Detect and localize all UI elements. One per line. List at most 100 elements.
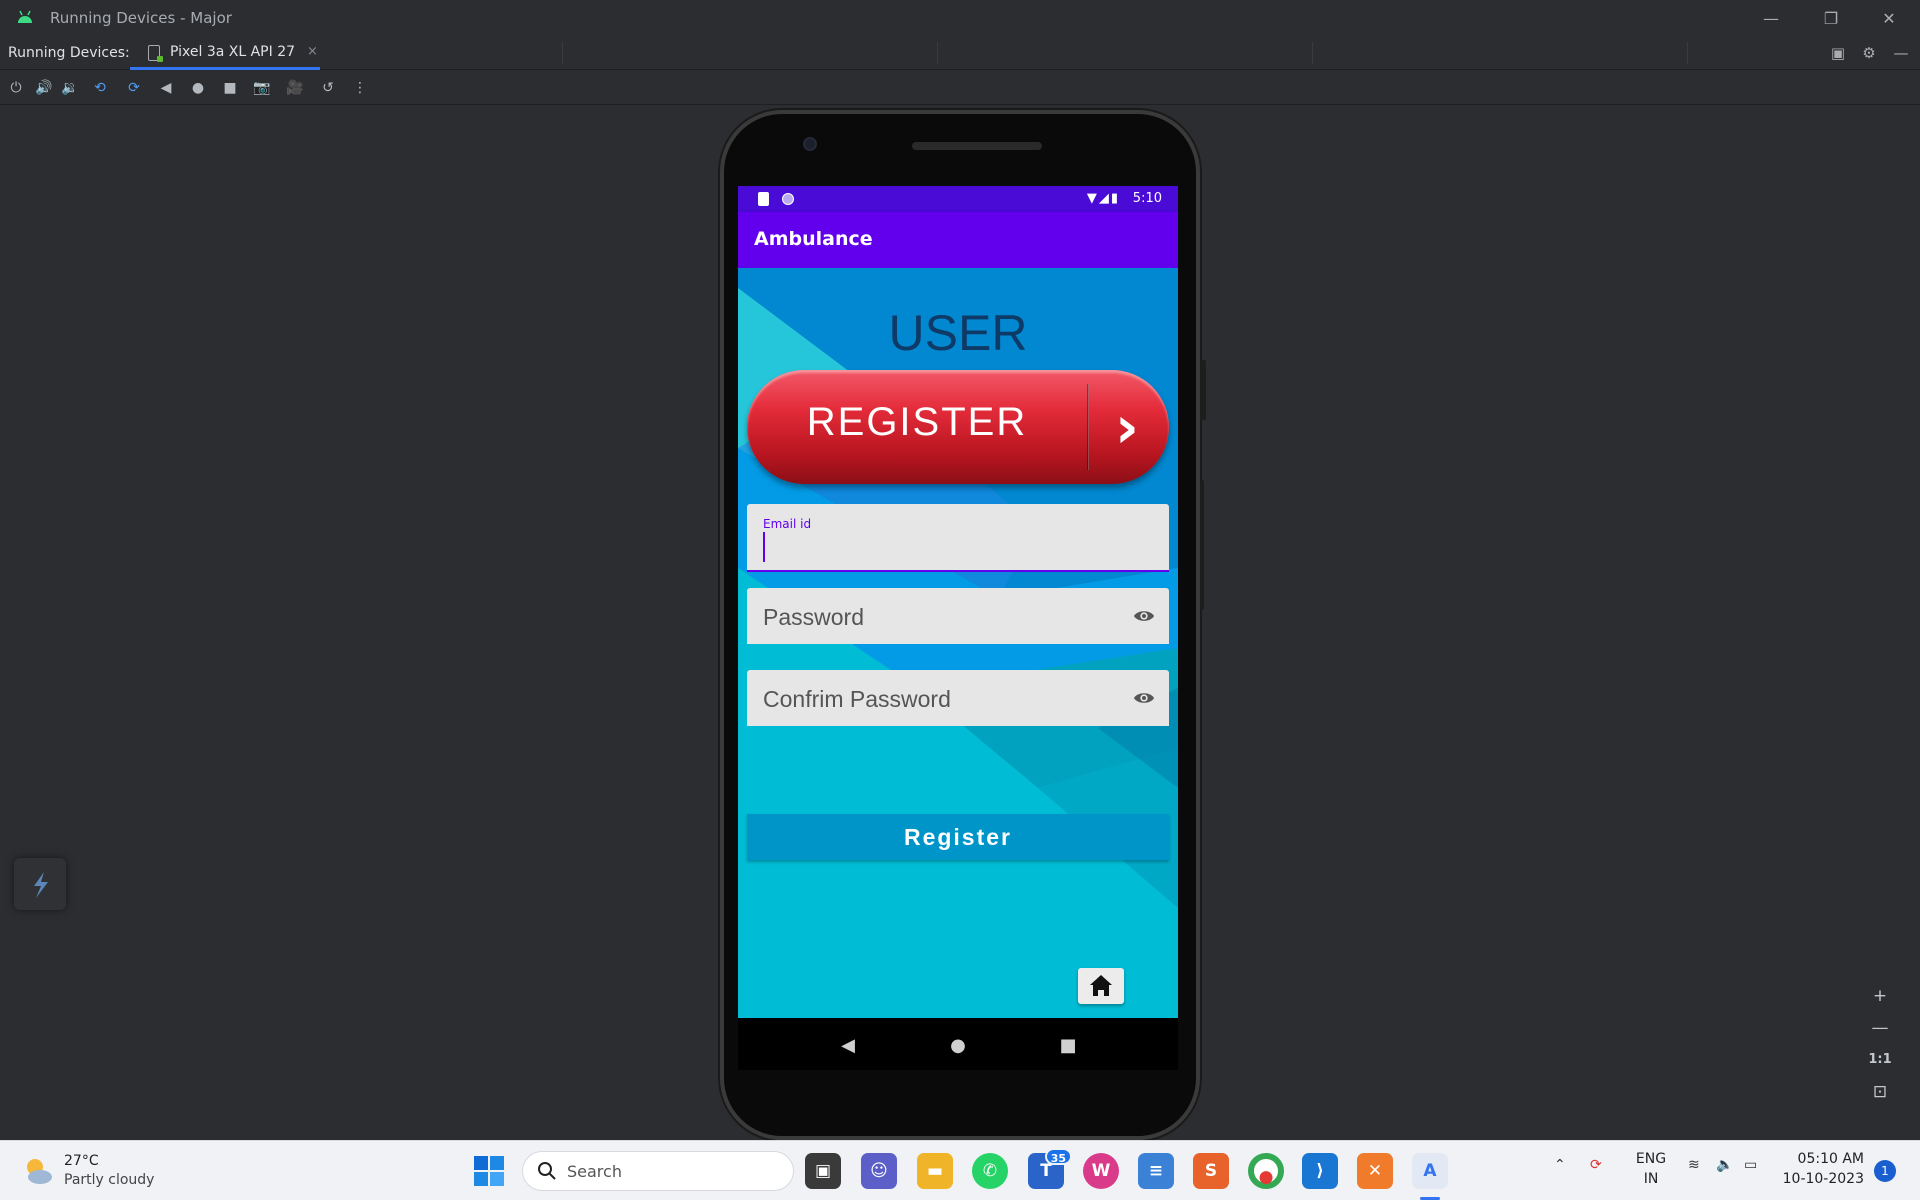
- status-time: 5:10: [1132, 191, 1162, 206]
- weather-condition: Partly cloudy: [64, 1172, 155, 1188]
- file-explorer-icon[interactable]: ▬: [917, 1153, 953, 1189]
- notepad-icon[interactable]: ≡: [1138, 1153, 1174, 1189]
- minimize-button[interactable]: —: [1742, 0, 1800, 36]
- search-icon: [538, 1162, 556, 1180]
- weather-widget[interactable]: 27°C Partly cloudy: [22, 1151, 202, 1191]
- tab-close-icon[interactable]: ×: [307, 44, 318, 59]
- sublime-icon[interactable]: S: [1193, 1153, 1229, 1189]
- banner-divider: [1087, 384, 1089, 470]
- chrome-icon[interactable]: ●: [1248, 1153, 1284, 1189]
- confirm-password-field[interactable]: Confrim Password: [747, 670, 1169, 726]
- language-code: ENG: [1635, 1151, 1667, 1167]
- confirm-password-placeholder: Confrim Password: [763, 686, 951, 712]
- language-indicator[interactable]: ENG IN: [1630, 1149, 1672, 1189]
- search-placeholder: Search: [567, 1162, 622, 1181]
- sd-card-icon: [758, 192, 769, 206]
- more-icon[interactable]: ⋮: [350, 79, 370, 97]
- device-icon: [148, 45, 163, 62]
- gear-icon[interactable]: ⚙: [1860, 44, 1878, 62]
- teams-badge: 35: [1044, 1148, 1072, 1165]
- hide-panel-icon[interactable]: —: [1892, 44, 1910, 62]
- wifi-icon[interactable]: ≋: [1688, 1157, 1700, 1173]
- window-title: Running Devices - Major: [50, 9, 232, 27]
- tab-pixel-3a-xl[interactable]: Pixel 3a XL API 27 ×: [130, 36, 320, 70]
- restore-button[interactable]: ❐: [1802, 0, 1860, 36]
- windows-start-icon[interactable]: [473, 1155, 505, 1187]
- chevron-right-icon: ›: [1115, 393, 1139, 461]
- close-button[interactable]: ✕: [1860, 0, 1918, 36]
- register-banner-text: REGISTER: [806, 400, 1028, 444]
- android-status-bar: ▼◢▮ 5:10: [738, 186, 1178, 212]
- battery-icon[interactable]: ▭: [1744, 1157, 1757, 1173]
- power-icon[interactable]: ⏻: [6, 79, 26, 97]
- front-camera: [803, 137, 817, 151]
- tab-divider: [937, 42, 938, 64]
- back-icon[interactable]: ◀: [156, 79, 176, 97]
- eye-icon[interactable]: [1133, 605, 1155, 627]
- signal-battery-icons: ▼◢▮: [1086, 191, 1120, 206]
- home-icon[interactable]: ●: [188, 79, 208, 97]
- house-icon: [1090, 975, 1112, 996]
- app-title: Ambulance: [738, 212, 1178, 268]
- region-code: IN: [1643, 1171, 1659, 1187]
- teams-icon[interactable]: T 35: [1028, 1148, 1072, 1189]
- earpiece-speaker: [912, 142, 1042, 150]
- zoom-controls: + — 1:1 ⊡: [1862, 980, 1898, 1114]
- whatsapp-icon[interactable]: ✆: [972, 1153, 1008, 1189]
- nav-home-icon[interactable]: ●: [946, 1034, 970, 1058]
- window-title-bar: Running Devices - Major — ❐ ✕: [0, 0, 1920, 36]
- eye-icon[interactable]: [1133, 687, 1155, 709]
- tab-divider: [562, 42, 563, 64]
- zoom-in-button[interactable]: +: [1862, 980, 1898, 1012]
- nav-overview-icon[interactable]: ■: [1056, 1034, 1080, 1058]
- rotate-left-icon[interactable]: ⟲: [90, 79, 110, 97]
- email-field[interactable]: Email id: [747, 504, 1169, 572]
- tab-divider: [1687, 42, 1688, 64]
- speaker-icon[interactable]: 🔈: [1716, 1157, 1733, 1173]
- zoom-out-button[interactable]: —: [1862, 1012, 1898, 1044]
- android-studio-icon: [18, 10, 32, 23]
- clock-date: 10-10-2023: [1782, 1171, 1864, 1187]
- chevron-up-icon[interactable]: ⌃: [1554, 1157, 1566, 1173]
- wps-office-icon[interactable]: W: [1083, 1153, 1119, 1189]
- fit-screen-icon[interactable]: ⊡: [1862, 1076, 1898, 1108]
- user-heading: USER: [888, 305, 1028, 361]
- device-volume-key[interactable]: [1200, 480, 1204, 610]
- system-clock[interactable]: 05:10 AM 10-10-2023: [1780, 1149, 1864, 1189]
- volume-up-icon[interactable]: 🔊: [34, 79, 54, 97]
- notification-dot-icon: [782, 193, 794, 205]
- task-view-icon[interactable]: ▣: [805, 1153, 841, 1189]
- vscode-icon[interactable]: ⟩: [1302, 1153, 1338, 1189]
- xampp-icon[interactable]: ✕: [1357, 1153, 1393, 1189]
- android-studio-taskbar-icon[interactable]: A: [1412, 1153, 1448, 1189]
- actual-size-button[interactable]: 1:1: [1862, 1044, 1898, 1076]
- home-button[interactable]: [1078, 968, 1124, 1004]
- clock-time: 05:10 AM: [1797, 1151, 1864, 1167]
- screen-record-icon[interactable]: 🎥: [285, 79, 305, 97]
- tab-label: Pixel 3a XL API 27: [170, 43, 296, 60]
- volume-down-icon[interactable]: 🔉: [60, 79, 80, 97]
- lightning-tool-icon: [34, 872, 48, 898]
- emulator-toolbar: ⏻ 🔊 🔉 ⟲ ⟳ ◀ ● ■ 📷 🎥 ↺ ⋮: [0, 71, 1920, 105]
- notification-badge[interactable]: 1: [1874, 1160, 1896, 1182]
- sync-icon[interactable]: ⟳: [1590, 1157, 1602, 1173]
- floating-tool-button[interactable]: [14, 858, 66, 910]
- email-field-label: Email id: [763, 517, 812, 531]
- register-banner: REGISTER ›: [747, 370, 1169, 484]
- register-button[interactable]: Register: [747, 814, 1169, 860]
- text-caret: [763, 532, 765, 562]
- reset-icon[interactable]: ↺: [318, 79, 338, 97]
- running-devices-label: Running Devices:: [8, 45, 130, 61]
- password-field[interactable]: Password: [747, 588, 1169, 644]
- overview-icon[interactable]: ■: [220, 79, 240, 97]
- running-devices-tabbar: Running Devices: Pixel 3a XL API 27 × ▣ …: [0, 36, 1920, 70]
- windows-taskbar: 27°C Partly cloudy Search ▣ ☺ ▬ ✆ T 35 W …: [0, 1140, 1920, 1200]
- screenshot-icon[interactable]: 📷: [252, 79, 272, 97]
- password-placeholder: Password: [763, 604, 864, 630]
- taskbar-search[interactable]: Search: [522, 1151, 794, 1191]
- device-power-key[interactable]: [1200, 360, 1206, 420]
- rotate-right-icon[interactable]: ⟳: [124, 79, 144, 97]
- nav-back-icon[interactable]: ◀: [836, 1034, 860, 1058]
- layout-icon[interactable]: ▣: [1829, 44, 1847, 62]
- chat-icon[interactable]: ☺: [861, 1153, 897, 1189]
